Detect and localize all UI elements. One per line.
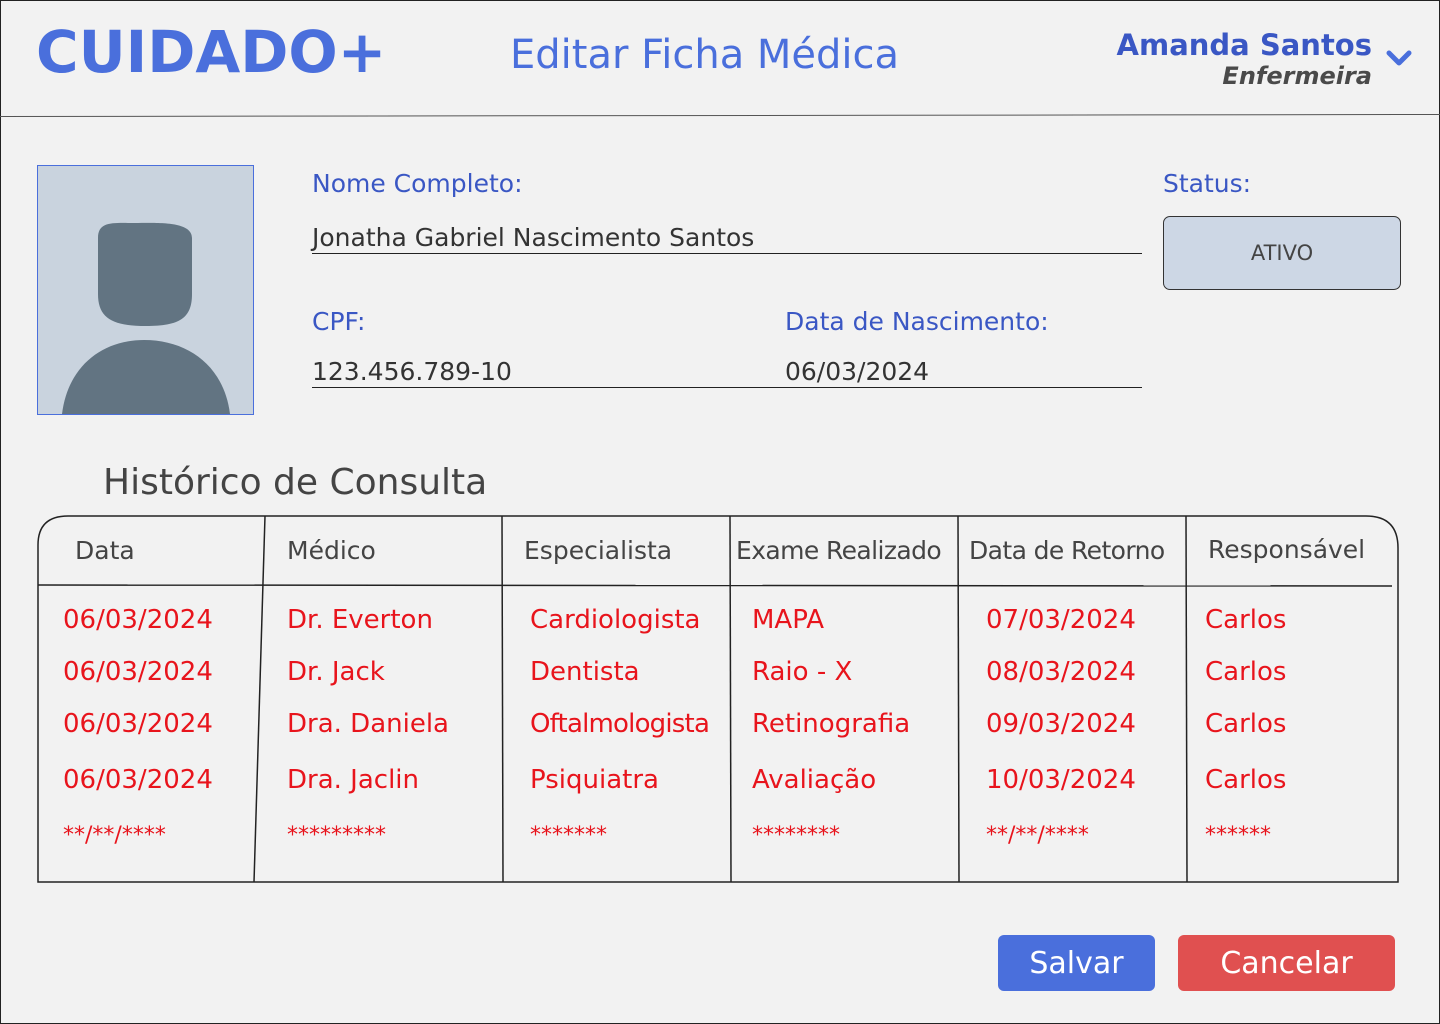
- table-cell: ********: [752, 823, 840, 848]
- table-cell: Carlos: [1205, 605, 1287, 635]
- table-cell: Dra. Jaclin: [287, 765, 419, 795]
- table-cell: Retinografia: [752, 709, 911, 739]
- column-header-retorno: Data de Retorno: [969, 536, 1165, 565]
- patient-photo[interactable]: [37, 165, 254, 415]
- table-cell: 06/03/2024: [63, 605, 213, 635]
- user-name: Amanda Santos: [1116, 28, 1372, 62]
- table-cell: ******: [1205, 823, 1271, 848]
- name-label: Nome Completo:: [312, 169, 523, 198]
- birth-date-label: Data de Nascimento:: [785, 307, 1049, 336]
- table-cell: 09/03/2024: [986, 709, 1136, 739]
- table-cell: 08/03/2024: [986, 657, 1136, 687]
- table-cell: Carlos: [1205, 765, 1287, 795]
- table-cell: Psiquiatra: [530, 765, 659, 795]
- cpf-label: CPF:: [312, 307, 366, 336]
- table-cell: Dentista: [530, 657, 640, 687]
- table-cell: 06/03/2024: [63, 657, 213, 687]
- table-cell: Oftalmologista: [530, 709, 710, 739]
- column-header-responsavel: Responsável: [1208, 535, 1366, 564]
- app-window: [0, 0, 1440, 1024]
- table-cell: 10/03/2024: [986, 765, 1136, 795]
- table-cell: 06/03/2024: [63, 709, 213, 739]
- column-header-exame: Exame Realizado: [736, 536, 942, 565]
- user-role: Enfermeira: [1222, 62, 1372, 90]
- column-header-especialista: Especialista: [524, 536, 673, 565]
- save-button[interactable]: Salvar: [998, 935, 1155, 991]
- table-cell: **/**/****: [986, 823, 1089, 848]
- table-cell: *********: [287, 823, 386, 848]
- name-field[interactable]: Jonatha Gabriel Nascimento Santos: [312, 223, 754, 252]
- table-cell: Dra. Daniela: [287, 709, 449, 739]
- table-cell: Cardiologista: [530, 605, 701, 635]
- table-cell: Dr. Everton: [287, 605, 433, 635]
- column-header-data: Data: [75, 536, 135, 565]
- cancel-button[interactable]: Cancelar: [1178, 935, 1395, 991]
- table-cell: Avaliação: [752, 765, 877, 795]
- table-cell: Raio - X: [752, 657, 853, 687]
- cpf-field[interactable]: 123.456.789-10: [312, 357, 512, 386]
- status-select[interactable]: ATIVO: [1163, 216, 1401, 290]
- table-cell: 07/03/2024: [986, 605, 1136, 635]
- table-cell: MAPA: [752, 605, 825, 635]
- table-cell: Carlos: [1205, 657, 1287, 687]
- birth-date-field[interactable]: 06/03/2024: [785, 357, 929, 386]
- chevron-down-icon[interactable]: [1386, 48, 1412, 68]
- user-menu[interactable]: Amanda Santos Enfermeira: [1117, 28, 1372, 90]
- column-header-medico: Médico: [287, 536, 376, 565]
- app-logo[interactable]: CUIDADO+: [36, 18, 386, 86]
- avatar-placeholder-icon: [62, 222, 230, 414]
- name-underline: [312, 253, 1142, 254]
- table-cell: **/**/****: [63, 823, 166, 848]
- table-cell: Carlos: [1205, 709, 1287, 739]
- table-cell: Dr. Jack: [287, 657, 385, 687]
- cpf-birth-underline: [312, 387, 1142, 388]
- history-title: Histórico de Consulta: [103, 462, 488, 503]
- status-label: Status:: [1163, 169, 1252, 198]
- table-cell: 06/03/2024: [63, 765, 213, 795]
- table-cell: *******: [530, 823, 607, 848]
- page-title: Editar Ficha Médica: [510, 32, 900, 78]
